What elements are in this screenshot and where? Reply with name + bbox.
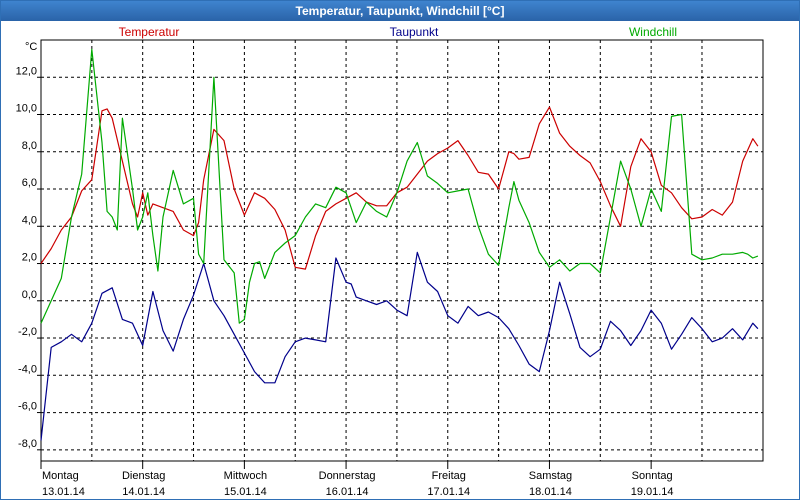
x-tick-date: 14.01.14 [122, 486, 165, 497]
x-tick-day: Montag [42, 470, 79, 482]
x-tick-date: 19.01.14 [631, 486, 674, 497]
x-tick-day: Donnerstag [319, 470, 376, 482]
x-tick-date: 16.01.14 [326, 486, 369, 497]
y-tick-label: 6,0 [22, 177, 37, 189]
window-title: Temperatur, Taupunkt, Windchill [°C] [1, 1, 799, 21]
y-tick-label: 12,0 [16, 65, 37, 77]
x-tick-day: Sonntag [632, 470, 673, 482]
chart-window: Temperatur, Taupunkt, Windchill [°C] 12,… [0, 0, 800, 500]
legend-windchill: Windchill [629, 25, 677, 39]
y-tick-label: 2,0 [22, 252, 37, 264]
y-tick-label: 4,0 [22, 214, 37, 226]
y-axis-unit: °C [25, 41, 37, 53]
y-tick-label: 0,0 [22, 289, 37, 301]
plot-frame [40, 39, 764, 462]
y-tick-label: 10,0 [16, 103, 37, 115]
x-tick-day: Freitag [432, 470, 466, 482]
y-tick-label: -6,0 [18, 401, 37, 413]
x-tick-date: 18.01.14 [529, 486, 572, 497]
x-tick-day: Samstag [529, 470, 572, 482]
x-tick-day: Mittwoch [224, 470, 267, 482]
y-tick-label: 8,0 [22, 140, 37, 152]
y-tick-label: -4,0 [18, 363, 37, 375]
x-tick-date: 17.01.14 [427, 486, 470, 497]
legend-taupunkt: Taupunkt [390, 25, 439, 39]
x-tick-date: 15.01.14 [224, 486, 267, 497]
legend-temperatur: Temperatur [119, 25, 180, 39]
x-tick-date: 13.01.14 [42, 486, 85, 497]
y-tick-label: -8,0 [18, 438, 37, 450]
line-chart: 12,0 10,0 8,0 6,0 4,0 2,0 0,0 -2,0 -4,0 -6,0 -8,0 °… [16, 25, 764, 497]
x-tick-day: Dienstag [122, 470, 165, 482]
y-tick-label: -2,0 [18, 326, 37, 338]
